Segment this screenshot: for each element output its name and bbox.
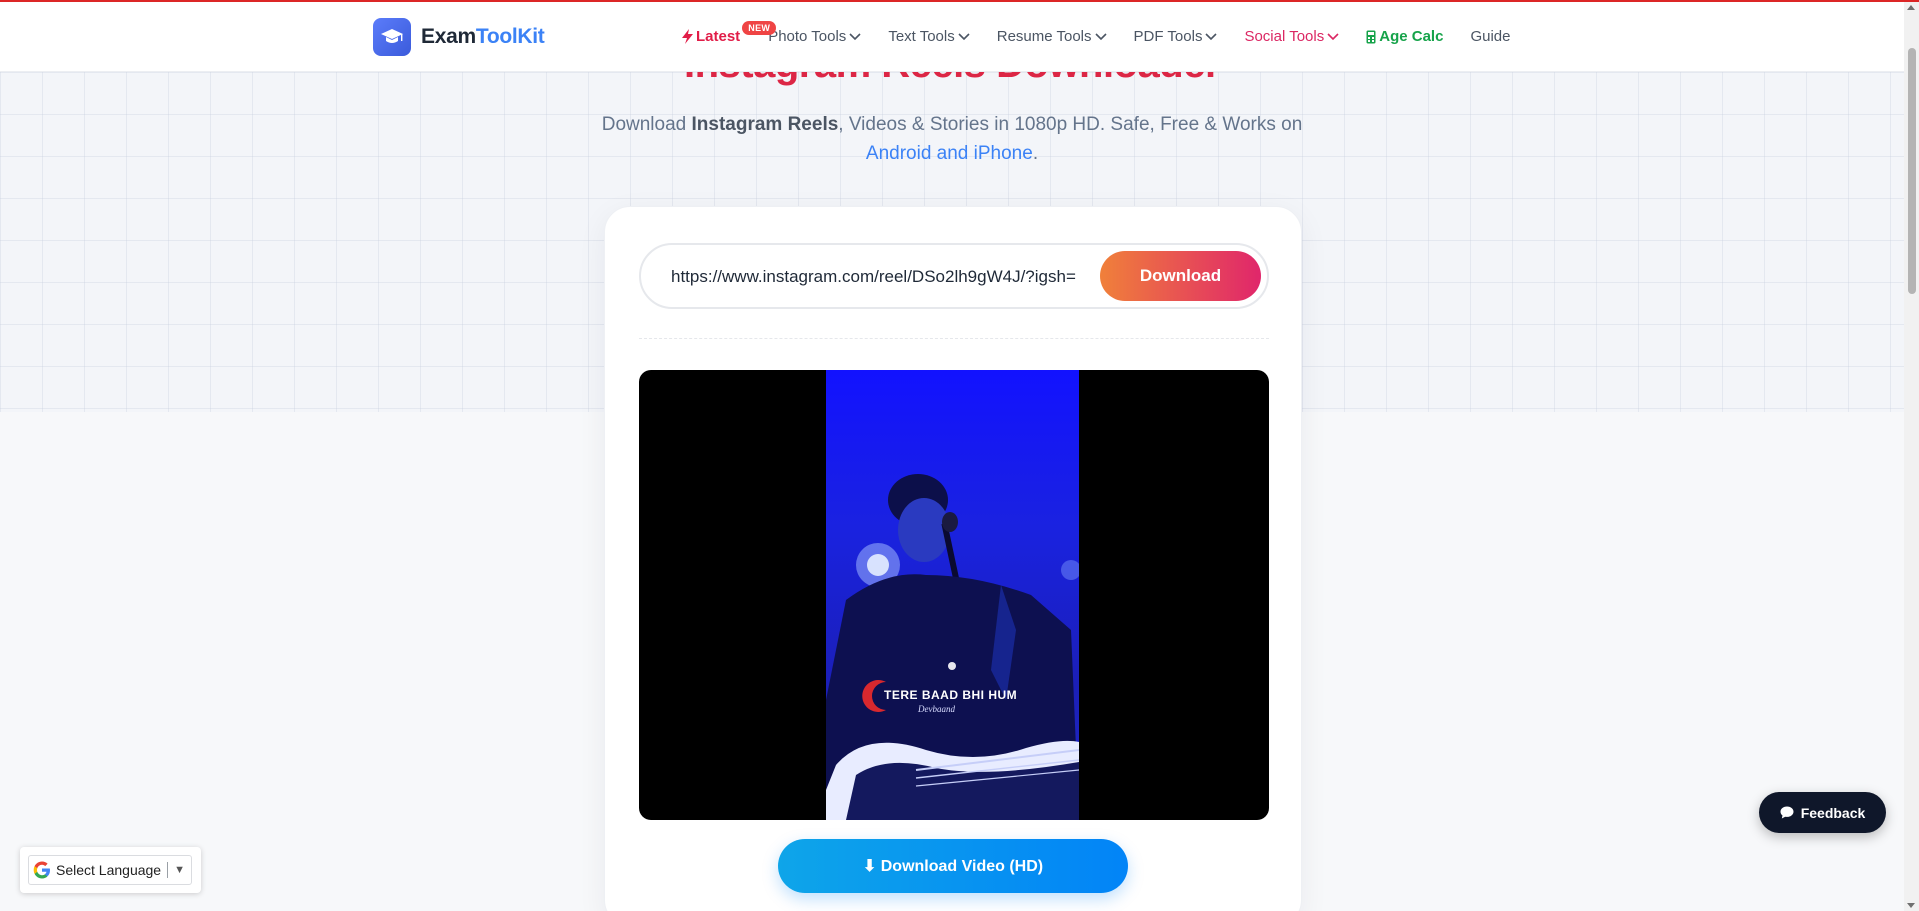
caret-down-icon: ▼ bbox=[174, 864, 185, 876]
calculator-icon bbox=[1366, 30, 1376, 43]
graduation-cap-icon bbox=[373, 18, 411, 56]
nav-social-tools[interactable]: Social Tools bbox=[1244, 28, 1339, 45]
download-video-hd-button[interactable]: ⬇ Download Video (HD) bbox=[778, 839, 1128, 893]
nav-resume-tools[interactable]: Resume Tools bbox=[997, 28, 1107, 45]
scrollbar-thumb[interactable] bbox=[1908, 48, 1916, 294]
feedback-button[interactable]: Feedback bbox=[1759, 792, 1886, 833]
scroll-up-arrow-icon[interactable] bbox=[1907, 5, 1915, 10]
chevron-down-icon bbox=[849, 32, 861, 40]
language-selector[interactable]: Select Language ▼ bbox=[20, 847, 201, 893]
new-badge: NEW bbox=[742, 21, 777, 35]
hero-subtitle: Download Instagram Reels, Videos & Stori… bbox=[601, 114, 1303, 164]
url-input[interactable] bbox=[671, 264, 1076, 290]
page-scrollbar[interactable] bbox=[1904, 2, 1919, 911]
url-input-group: Download bbox=[639, 243, 1269, 309]
language-separator bbox=[167, 862, 169, 878]
google-icon bbox=[33, 861, 50, 879]
chat-bubble-icon bbox=[1780, 806, 1794, 819]
nav-guide[interactable]: Guide bbox=[1470, 28, 1510, 45]
brand-logo[interactable]: ExamToolKit bbox=[373, 18, 545, 56]
brand-name: ExamToolKit bbox=[421, 25, 545, 48]
hero-platform-link[interactable]: Android and iPhone bbox=[866, 143, 1033, 164]
nav-text-tools[interactable]: Text Tools bbox=[888, 28, 970, 45]
downloader-card: Download bbox=[604, 206, 1302, 911]
chevron-down-icon bbox=[1094, 32, 1107, 40]
video-overlay-title: TERE BAAD BHI HUM bbox=[884, 688, 1018, 702]
scroll-down-arrow-icon[interactable] bbox=[1907, 903, 1915, 908]
download-button[interactable]: Download bbox=[1100, 251, 1261, 301]
video-overlay-subtitle: Devbaand bbox=[918, 704, 955, 714]
lightning-icon bbox=[682, 29, 693, 44]
hero-subtitle-bold: Instagram Reels bbox=[691, 114, 839, 135]
nav-photo-tools[interactable]: Photo Tools bbox=[768, 28, 861, 45]
card-divider bbox=[639, 338, 1269, 339]
video-preview[interactable]: TERE BAAD BHI HUM Devbaand bbox=[639, 370, 1269, 820]
language-label: Select Language bbox=[56, 862, 162, 878]
top-navbar: ExamToolKit Latest NEW Photo Tools Text … bbox=[0, 2, 1904, 72]
language-select[interactable]: Select Language ▼ bbox=[28, 855, 192, 885]
nav-latest[interactable]: Latest NEW bbox=[682, 21, 777, 45]
chevron-down-icon bbox=[1327, 32, 1339, 40]
video-thumbnail: TERE BAAD BHI HUM Devbaand bbox=[826, 370, 1079, 820]
chevron-down-icon bbox=[958, 32, 970, 40]
nav-age-calc[interactable]: Age Calc bbox=[1366, 28, 1443, 45]
main-nav: Latest NEW Photo Tools Text Tools Resume… bbox=[682, 21, 1510, 45]
performer-image bbox=[826, 474, 1079, 820]
chevron-down-icon bbox=[1205, 32, 1218, 40]
nav-pdf-tools[interactable]: PDF Tools bbox=[1134, 28, 1218, 45]
